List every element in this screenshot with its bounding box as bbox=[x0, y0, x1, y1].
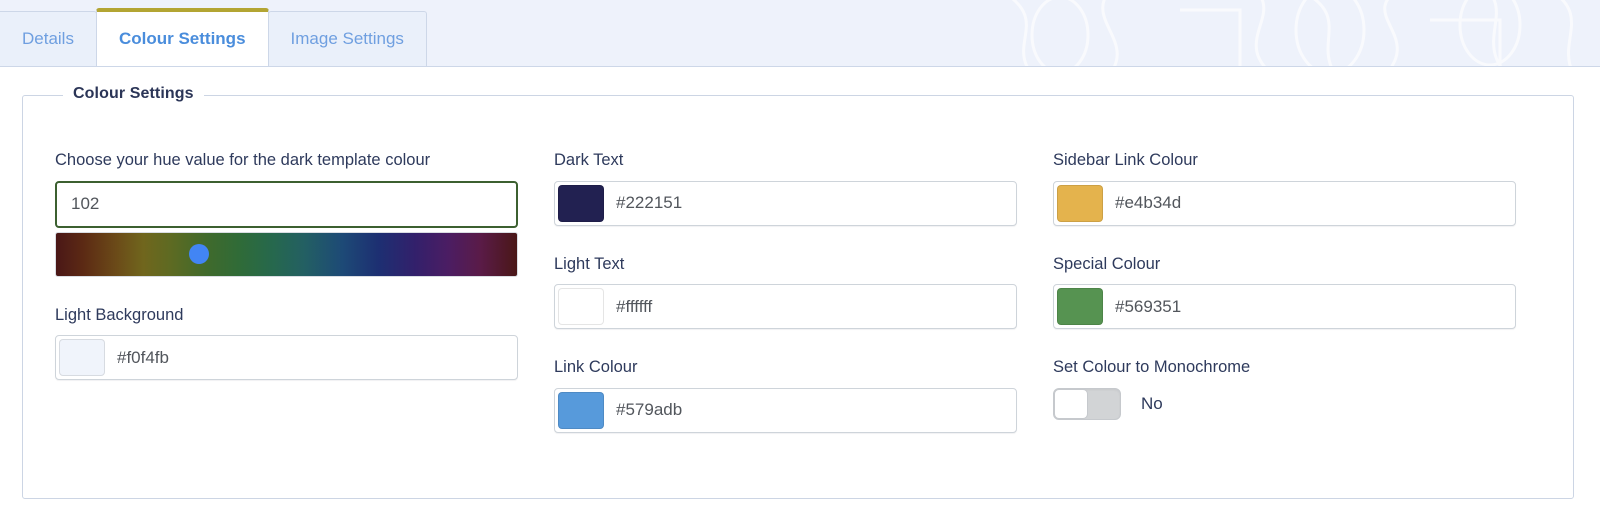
hue-slider[interactable] bbox=[55, 231, 518, 277]
fieldset-legend: Colour Settings bbox=[63, 85, 204, 103]
dark-text-value: #222151 bbox=[616, 193, 683, 213]
field-link-colour: Link Colour #579adb bbox=[554, 357, 1017, 433]
light-background-swatch[interactable] bbox=[59, 339, 105, 377]
field-hue-value: Choose your hue value for the dark templ… bbox=[55, 150, 518, 277]
dark-text-input[interactable]: #222151 bbox=[554, 180, 1017, 226]
light-text-label: Light Text bbox=[554, 254, 625, 273]
light-text-input[interactable]: #ffffff bbox=[554, 284, 1017, 330]
tab-list: Details Colour Settings Image Settings bbox=[0, 0, 1600, 66]
settings-columns: Choose your hue value for the dark templ… bbox=[55, 122, 1543, 433]
column-right: Sidebar Link Colour #e4b34d Special Colo… bbox=[1053, 150, 1516, 433]
monochrome-toggle-row: No bbox=[1053, 387, 1516, 420]
special-colour-value: #569351 bbox=[1115, 296, 1182, 316]
hue-slider-thumb[interactable] bbox=[188, 244, 209, 265]
monochrome-toggle[interactable] bbox=[1053, 387, 1121, 420]
special-colour-swatch[interactable] bbox=[1057, 288, 1103, 326]
field-light-text: Light Text #ffffff bbox=[554, 254, 1017, 330]
light-background-value: #f0f4fb bbox=[117, 347, 169, 367]
field-special-colour: Special Colour #569351 bbox=[1053, 254, 1516, 330]
sidebar-link-colour-value: #e4b34d bbox=[1115, 193, 1182, 213]
light-text-swatch[interactable] bbox=[558, 288, 604, 326]
field-sidebar-link-colour: Sidebar Link Colour #e4b34d bbox=[1053, 150, 1516, 226]
tab-strip: Details Colour Settings Image Settings bbox=[0, 0, 1600, 67]
dark-text-swatch[interactable] bbox=[558, 184, 604, 222]
tab-details-label: Details bbox=[22, 29, 74, 48]
light-background-label: Light Background bbox=[55, 305, 184, 324]
link-colour-input[interactable]: #579adb bbox=[554, 387, 1017, 433]
hue-value-label: Choose your hue value for the dark templ… bbox=[55, 151, 431, 169]
link-colour-value: #579adb bbox=[616, 400, 683, 420]
field-monochrome-toggle: Set Colour to Monochrome No bbox=[1053, 357, 1516, 420]
sidebar-link-colour-swatch[interactable] bbox=[1057, 184, 1103, 222]
dark-text-label: Dark Text bbox=[554, 151, 624, 169]
special-colour-input[interactable]: #569351 bbox=[1053, 284, 1516, 330]
sidebar-link-colour-input[interactable]: #e4b34d bbox=[1053, 180, 1516, 226]
monochrome-state-label: No bbox=[1141, 393, 1163, 413]
tab-image-settings[interactable]: Image Settings bbox=[267, 11, 427, 66]
column-left: Choose your hue value for the dark templ… bbox=[55, 150, 518, 433]
field-dark-text: Dark Text #222151 bbox=[554, 150, 1017, 226]
light-text-value: #ffffff bbox=[616, 296, 653, 316]
light-background-input[interactable]: #f0f4fb bbox=[55, 335, 518, 381]
colour-settings-panel: Colour Settings Choose your hue value fo… bbox=[0, 67, 1600, 499]
hue-value-input[interactable]: 102 bbox=[55, 180, 518, 228]
link-colour-swatch[interactable] bbox=[558, 391, 604, 429]
monochrome-label: Set Colour to Monochrome bbox=[1053, 358, 1251, 377]
tab-image-settings-label: Image Settings bbox=[290, 29, 404, 48]
hue-value-text: 102 bbox=[71, 194, 100, 214]
tab-details[interactable]: Details bbox=[0, 11, 97, 66]
column-middle: Dark Text #222151 Light Text #ffffff Lin… bbox=[554, 150, 1017, 433]
tab-colour-settings[interactable]: Colour Settings bbox=[95, 8, 269, 66]
colour-settings-fieldset: Colour Settings Choose your hue value fo… bbox=[22, 85, 1574, 499]
link-colour-label: Link Colour bbox=[554, 358, 638, 377]
monochrome-toggle-knob[interactable] bbox=[1054, 388, 1088, 419]
field-light-background: Light Background #f0f4fb bbox=[55, 305, 518, 381]
sidebar-link-colour-label: Sidebar Link Colour bbox=[1053, 151, 1198, 169]
special-colour-label: Special Colour bbox=[1053, 254, 1161, 273]
tab-colour-settings-label: Colour Settings bbox=[118, 29, 246, 48]
